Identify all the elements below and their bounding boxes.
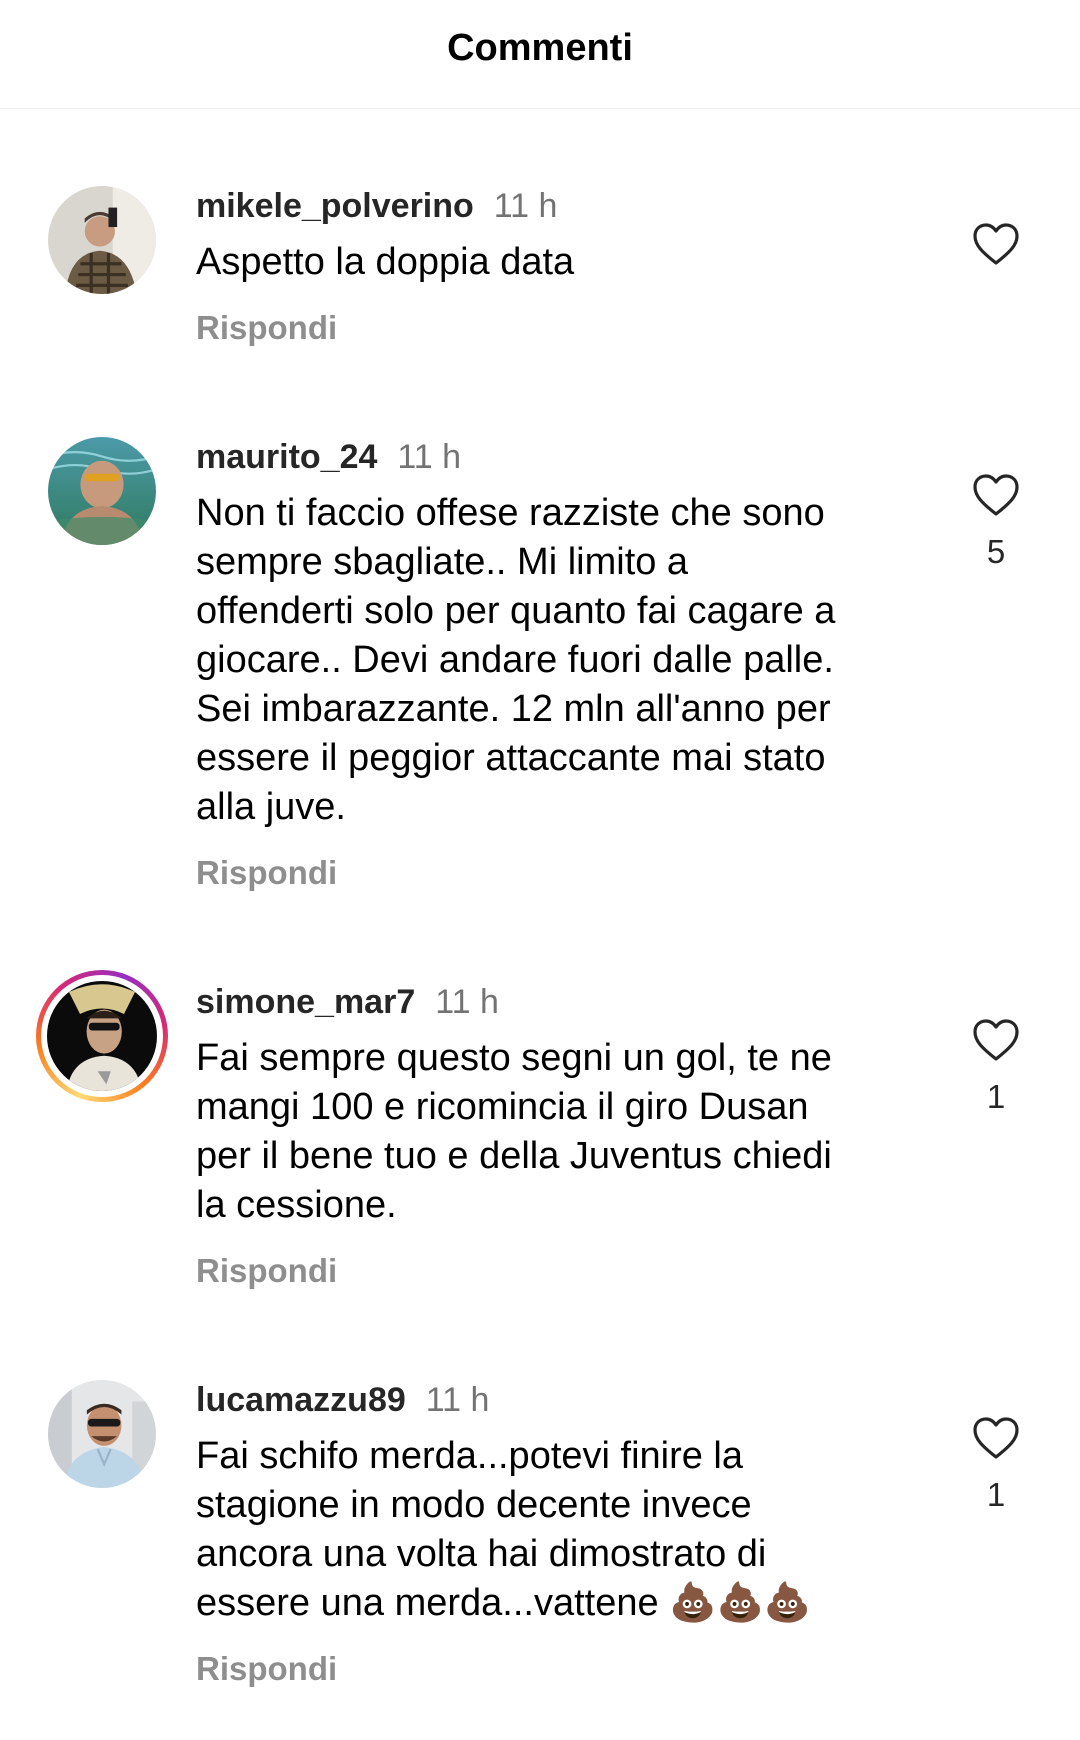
like-area: 1 (970, 1018, 1022, 1116)
avatar-image (47, 981, 157, 1091)
avatar[interactable] (48, 437, 156, 545)
reply-button[interactable]: Rispondi (196, 1650, 916, 1688)
comments-sheet: Commenti mikele_polverino 11 h Aspetto la… (0, 0, 1080, 1740)
reply-button[interactable]: Rispondi (196, 854, 916, 892)
like-area: 5 (970, 473, 1022, 571)
timestamp: 11 h (435, 983, 499, 1021)
comment-text: Aspetto la doppia data (196, 241, 575, 283)
comment-text: Fai sempre questo segni un gol, te ne ma… (196, 1037, 832, 1226)
like-area (970, 222, 1022, 282)
username[interactable]: maurito_24 (196, 438, 377, 476)
username[interactable]: mikele_polverino (196, 187, 474, 225)
like-area: 1 (970, 1416, 1022, 1514)
heart-icon[interactable] (970, 1018, 1022, 1062)
comment-text: Fai schifo merda...potevi finire la stag… (196, 1435, 812, 1624)
like-count: 1 (986, 1476, 1006, 1513)
username[interactable]: simone_mar7 (196, 983, 415, 1021)
username[interactable]: lucamazzu89 (196, 1381, 406, 1419)
reply-button[interactable]: Rispondi (196, 309, 916, 347)
header: Commenti (0, 0, 1080, 109)
page-title: Commenti (447, 26, 633, 69)
heart-icon[interactable] (970, 473, 1022, 517)
heart-icon[interactable] (970, 1416, 1022, 1460)
like-count: 1 (986, 1078, 1006, 1115)
timestamp: 11 h (493, 187, 558, 225)
like-count: 5 (986, 533, 1006, 570)
heart-icon[interactable] (970, 222, 1022, 266)
reply-button[interactable]: Rispondi (196, 1252, 916, 1290)
timestamp: 11 h (425, 1381, 490, 1419)
avatar[interactable] (48, 1380, 156, 1488)
timestamp: 11 h (397, 438, 462, 476)
avatar-image (48, 186, 156, 294)
avatar-story-ring[interactable] (36, 970, 168, 1102)
comment-text: Non ti faccio offese razziste che sono s… (196, 492, 836, 828)
avatar-image (48, 1380, 156, 1488)
avatar-image (48, 437, 156, 545)
avatar[interactable] (48, 186, 156, 294)
